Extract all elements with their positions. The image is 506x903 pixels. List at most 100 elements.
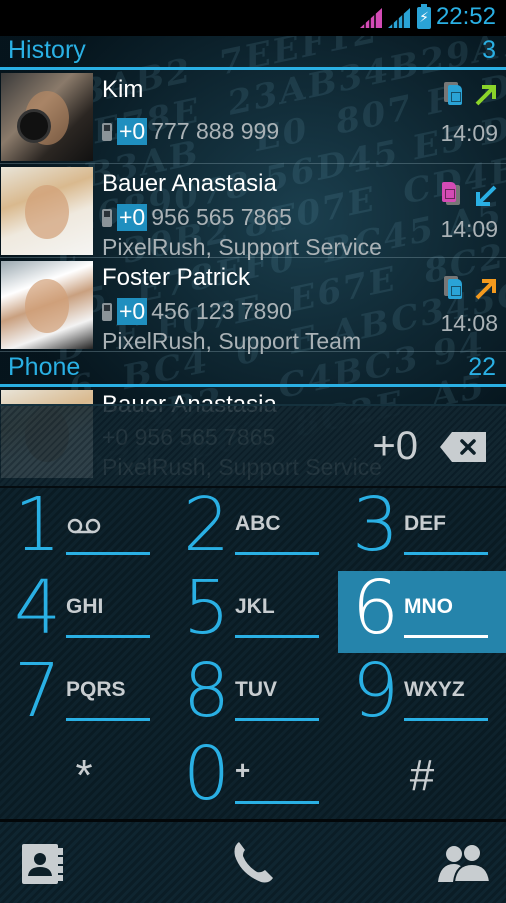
dial-keypad: 1 2 ABC 3 DEF 4 GHI 5 JKL 6 MNO 7 PQRS 8… <box>0 482 506 821</box>
key-symbol: * <box>75 751 93 800</box>
key-digit: 0 <box>183 731 231 817</box>
signal-strength-icon-2 <box>388 8 410 28</box>
contact-name: Foster Patrick <box>102 264 251 291</box>
key-underline <box>235 635 319 638</box>
dialer-call-button[interactable] <box>169 822 337 903</box>
number-line: +0 456 123 7890 <box>102 298 292 325</box>
phone-icon <box>234 842 273 883</box>
key-underline <box>235 718 319 721</box>
key-star[interactable]: * <box>0 737 168 819</box>
contact-name: Kim <box>102 76 144 103</box>
sim-card-icon <box>444 82 462 105</box>
matched-prefix: +0 <box>117 118 148 145</box>
key-1[interactable]: 1 <box>0 482 168 570</box>
sim-card-icon <box>444 276 462 299</box>
key-digit: 3 <box>352 482 400 568</box>
key-letters: JKL <box>235 595 275 618</box>
bottom-nav <box>0 819 506 903</box>
key-2[interactable]: 2 ABC <box>169 482 337 570</box>
key-digit: 1 <box>14 482 62 568</box>
avatar <box>1 261 93 349</box>
key-digit: 4 <box>14 565 62 651</box>
company-name: PixelRush, Support Team <box>102 328 362 354</box>
phone-count: 22 <box>468 353 496 381</box>
signal-strength-icon <box>360 8 382 28</box>
phone-number: 956 565 7865 <box>151 204 292 230</box>
outgoing-call-arrow-icon <box>475 279 496 300</box>
sim-card-icon <box>442 182 460 205</box>
incoming-call-arrow-icon <box>476 185 497 206</box>
key-digit: 8 <box>183 648 231 734</box>
key-hash[interactable]: # <box>338 737 506 819</box>
key-letters: DEF <box>404 512 446 535</box>
history-count: 3 <box>482 36 496 64</box>
dial-input-panel: +0 956 565 7865 PixelRush, Support Servi… <box>0 404 506 488</box>
status-clock: 22:52 <box>435 3 496 30</box>
key-underline <box>404 718 488 721</box>
phone-title: Phone <box>8 353 81 381</box>
ghost-number: +0 956 565 7865 <box>102 424 276 450</box>
key-4[interactable]: 4 GHI <box>0 565 168 653</box>
outgoing-call-arrow-icon <box>475 85 496 106</box>
key-digit: 5 <box>183 565 231 651</box>
key-digit: 2 <box>183 482 231 568</box>
key-7[interactable]: 7 PQRS <box>0 648 168 736</box>
key-letters: PQRS <box>66 678 126 701</box>
key-underline <box>235 801 319 804</box>
call-time: 14:08 <box>440 310 498 336</box>
key-underline <box>66 552 150 555</box>
backspace-icon[interactable] <box>440 432 486 462</box>
mobile-phone-icon <box>102 302 112 321</box>
key-letters: WXYZ <box>404 678 465 701</box>
history-row[interactable]: Bauer Anastasia +0 956 565 7865 PixelRus… <box>0 164 506 260</box>
key-digit: 7 <box>14 648 62 734</box>
ghost-company: PixelRush, Support Service <box>102 454 382 480</box>
key-letters: ABC <box>235 512 281 535</box>
key-underline <box>66 718 150 721</box>
number-line: +0 777 888 999 <box>102 118 279 145</box>
key-digit: 9 <box>352 648 400 734</box>
company-name: PixelRush, Support Service <box>102 234 382 260</box>
matched-prefix: +0 <box>117 204 148 231</box>
mobile-phone-icon <box>102 208 112 227</box>
battery-charging-icon: ⚡ <box>417 4 431 29</box>
mobile-phone-icon <box>102 122 112 141</box>
status-bar: ⚡ 22:52 <box>0 0 506 36</box>
key-letters: GHI <box>66 595 104 618</box>
history-title: History <box>8 36 86 64</box>
avatar <box>1 167 93 255</box>
history-header: History 3 <box>0 36 506 70</box>
voicemail-icon <box>67 518 101 534</box>
key-underline <box>404 552 488 555</box>
phone-number: 456 123 7890 <box>151 298 292 324</box>
groups-icon <box>438 844 490 882</box>
number-line: +0 956 565 7865 <box>102 204 292 231</box>
key-underline <box>404 635 488 638</box>
call-time: 14:09 <box>440 120 498 146</box>
history-row[interactable]: Foster Patrick +0 456 123 7890 PixelRush… <box>0 258 506 354</box>
key-5[interactable]: 5 JKL <box>169 565 337 653</box>
phone-number: 777 888 999 <box>151 118 280 144</box>
key-8[interactable]: 8 TUV <box>169 648 337 736</box>
dialed-number-input[interactable]: +0 <box>372 424 418 469</box>
key-3[interactable]: 3 DEF <box>338 482 506 570</box>
history-row[interactable]: Kim +0 777 888 999 14:09 <box>0 70 506 164</box>
groups-button[interactable] <box>338 822 506 903</box>
key-underline <box>235 552 319 555</box>
key-6[interactable]: 6 MNO <box>338 565 506 653</box>
key-letters: TUV <box>235 678 277 701</box>
call-time: 14:09 <box>440 216 498 242</box>
key-symbol: # <box>409 751 435 800</box>
key-letters: + <box>235 755 251 785</box>
key-underline <box>66 635 150 638</box>
phone-header: Phone 22 <box>0 353 506 387</box>
contacts-button[interactable] <box>0 822 168 903</box>
matched-prefix: +0 <box>117 298 148 325</box>
contact-name: Bauer Anastasia <box>102 170 277 197</box>
contacts-book-icon <box>22 844 63 884</box>
key-9[interactable]: 9 WXYZ <box>338 648 506 736</box>
key-0[interactable]: 0 + <box>169 731 337 819</box>
key-digit: 6 <box>352 565 400 651</box>
avatar <box>1 73 93 161</box>
key-letters: MNO <box>404 595 453 618</box>
